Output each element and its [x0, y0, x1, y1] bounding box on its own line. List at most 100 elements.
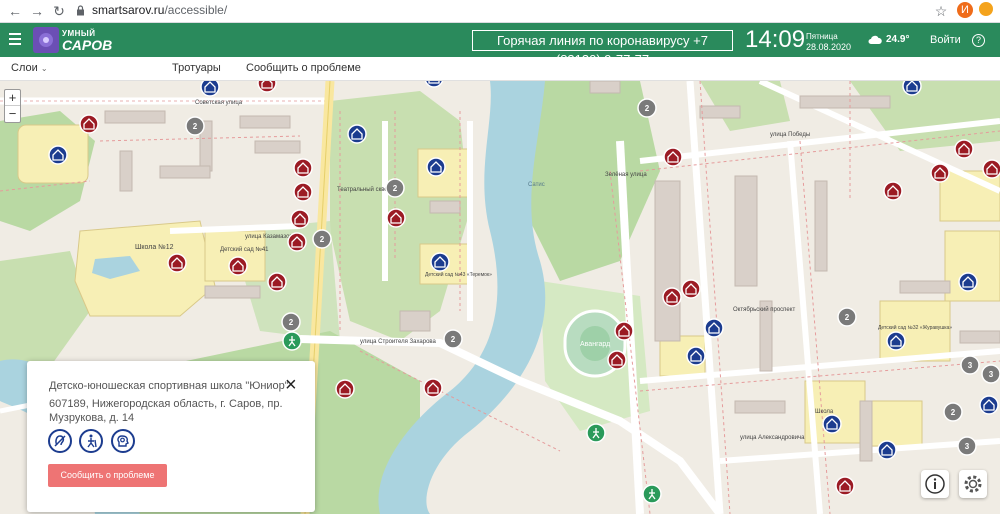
- layers-dropdown[interactable]: Слои ⌄: [11, 62, 48, 74]
- extension-icon[interactable]: [979, 2, 993, 16]
- browser-toolbar: ← → ↻ smartsarov.ru/accessible/ ☆ И: [0, 0, 1000, 23]
- marker-red-house-icon[interactable]: [293, 182, 313, 202]
- marker-red-house-icon[interactable]: [228, 256, 248, 276]
- svg-text:2: 2: [451, 335, 456, 344]
- marker-red-house-icon[interactable]: [681, 279, 701, 299]
- cluster-marker[interactable]: 2: [281, 312, 301, 332]
- marker-red-house-icon[interactable]: [293, 158, 313, 178]
- svg-text:2: 2: [645, 104, 650, 113]
- marker-red-house-icon[interactable]: [257, 81, 277, 93]
- logo-icon[interactable]: [33, 27, 59, 53]
- label-school12: Школа №12: [135, 244, 174, 251]
- cluster-marker[interactable]: 2: [837, 307, 857, 327]
- marker-blue-house-icon[interactable]: [430, 252, 450, 272]
- marker-red-house-icon[interactable]: [954, 139, 974, 159]
- cluster-marker[interactable]: 2: [312, 229, 332, 249]
- profile-avatar[interactable]: И: [957, 2, 973, 18]
- walking-marker-icon[interactable]: [586, 423, 606, 443]
- marker-red-house-icon[interactable]: [287, 232, 307, 252]
- walking-marker-icon[interactable]: [282, 331, 302, 351]
- label-teatr: Театральный сквер: [337, 186, 392, 193]
- popup-title: Детско-юношеская спортивная школа "Юниор…: [49, 380, 289, 392]
- zoom-out-button[interactable]: −: [5, 106, 20, 122]
- report-problem-button[interactable]: Сообщить о проблеме: [48, 464, 167, 487]
- cluster-marker[interactable]: 3: [960, 355, 980, 375]
- cluster-marker[interactable]: 2: [385, 178, 405, 198]
- marker-blue-house-icon[interactable]: [886, 331, 906, 351]
- date: 28.08.2020: [806, 42, 852, 52]
- marker-red-house-icon[interactable]: [290, 209, 310, 229]
- cluster-marker[interactable]: 2: [185, 116, 205, 136]
- marker-blue-house-icon[interactable]: [958, 272, 978, 292]
- help-icon[interactable]: ?: [972, 34, 985, 47]
- walking-icon: [79, 429, 103, 453]
- cluster-marker[interactable]: 2: [637, 98, 657, 118]
- marker-red-house-icon[interactable]: [883, 181, 903, 201]
- marker-blue-house-icon[interactable]: [822, 414, 842, 434]
- address-bar[interactable]: smartsarov.ru/accessible/: [92, 3, 227, 17]
- label-stroiteley: улица Строителя Захарова: [360, 339, 437, 345]
- marker-red-house-icon[interactable]: [982, 159, 1000, 179]
- map-toolbar: Слои ⌄ Тротуары Сообщить о проблеме: [0, 57, 1000, 81]
- marker-red-house-icon[interactable]: [386, 208, 406, 228]
- popup-address: 607189, Нижегородская область, г. Саров,…: [49, 398, 283, 424]
- marker-red-house-icon[interactable]: [663, 147, 683, 167]
- marker-red-house-icon[interactable]: [267, 272, 287, 292]
- label-sovetskaya: Советская улица: [195, 100, 243, 106]
- logo-text-bottom: САРОВ: [62, 37, 113, 53]
- marker-red-house-icon[interactable]: [79, 114, 99, 134]
- back-icon[interactable]: ←: [6, 2, 24, 20]
- reload-icon[interactable]: ↻: [50, 2, 68, 20]
- walking-marker-icon[interactable]: [642, 484, 662, 504]
- label-satis: Сатис: [528, 182, 545, 188]
- zoom-in-button[interactable]: +: [5, 90, 20, 106]
- marker-blue-house-icon[interactable]: [48, 145, 68, 165]
- marker-blue-house-icon[interactable]: [902, 81, 922, 96]
- label-sad43: Детский сад №43 «Теремок»: [425, 271, 492, 278]
- marker-red-house-icon[interactable]: [607, 350, 627, 370]
- marker-red-house-icon[interactable]: [423, 378, 443, 398]
- svg-text:3: 3: [989, 370, 994, 379]
- url-host: smartsarov.ru: [92, 3, 165, 17]
- marker-blue-house-icon[interactable]: [877, 440, 897, 460]
- marker-red-house-icon[interactable]: [835, 476, 855, 496]
- cloud-icon: [868, 35, 882, 44]
- marker-blue-house-icon[interactable]: [347, 124, 367, 144]
- marker-blue-house-icon[interactable]: [686, 346, 706, 366]
- marker-blue-house-icon[interactable]: [979, 395, 999, 415]
- svg-text:2: 2: [193, 122, 198, 131]
- marker-red-house-icon[interactable]: [930, 163, 950, 183]
- login-link[interactable]: Войти: [930, 34, 961, 46]
- info-button[interactable]: [921, 470, 949, 498]
- cluster-marker[interactable]: 3: [981, 364, 1000, 384]
- cluster-marker[interactable]: 2: [943, 402, 963, 422]
- svg-text:2: 2: [393, 184, 398, 193]
- marker-blue-house-icon[interactable]: [200, 81, 220, 97]
- forward-icon[interactable]: →: [28, 2, 46, 20]
- svg-text:3: 3: [965, 442, 970, 451]
- sidewalks-link[interactable]: Тротуары: [172, 62, 221, 74]
- cluster-marker[interactable]: 3: [957, 436, 977, 456]
- lock-icon: [77, 5, 84, 16]
- marker-blue-house-icon[interactable]: [426, 157, 446, 177]
- star-icon[interactable]: ☆: [932, 2, 950, 20]
- report-problem-link[interactable]: Сообщить о проблеме: [246, 62, 361, 74]
- marker-blue-house-icon[interactable]: [704, 318, 724, 338]
- hotline-banner[interactable]: Горячая линия по коронавирусу +7 (83130)…: [472, 30, 733, 67]
- settings-button[interactable]: [959, 470, 987, 498]
- app-header: УМНЫЙ САРОВ Горячая линия по коронавирус…: [0, 23, 1000, 67]
- marker-red-house-icon[interactable]: [335, 379, 355, 399]
- menu-icon[interactable]: [9, 33, 21, 45]
- layers-label: Слои: [11, 62, 38, 74]
- marker-red-house-icon[interactable]: [614, 321, 634, 341]
- label-oktyabrsky: Октябрьский проспект: [733, 306, 795, 313]
- svg-text:2: 2: [320, 235, 325, 244]
- url-path: /accessible/: [164, 3, 228, 17]
- close-icon[interactable]: ×: [285, 375, 297, 395]
- cluster-marker[interactable]: 2: [443, 329, 463, 349]
- marker-red-house-icon[interactable]: [662, 287, 682, 307]
- gear-icon: [964, 475, 982, 493]
- marker-red-house-icon[interactable]: [167, 253, 187, 273]
- chevron-down-icon: ⌄: [40, 64, 48, 73]
- svg-text:2: 2: [289, 318, 294, 327]
